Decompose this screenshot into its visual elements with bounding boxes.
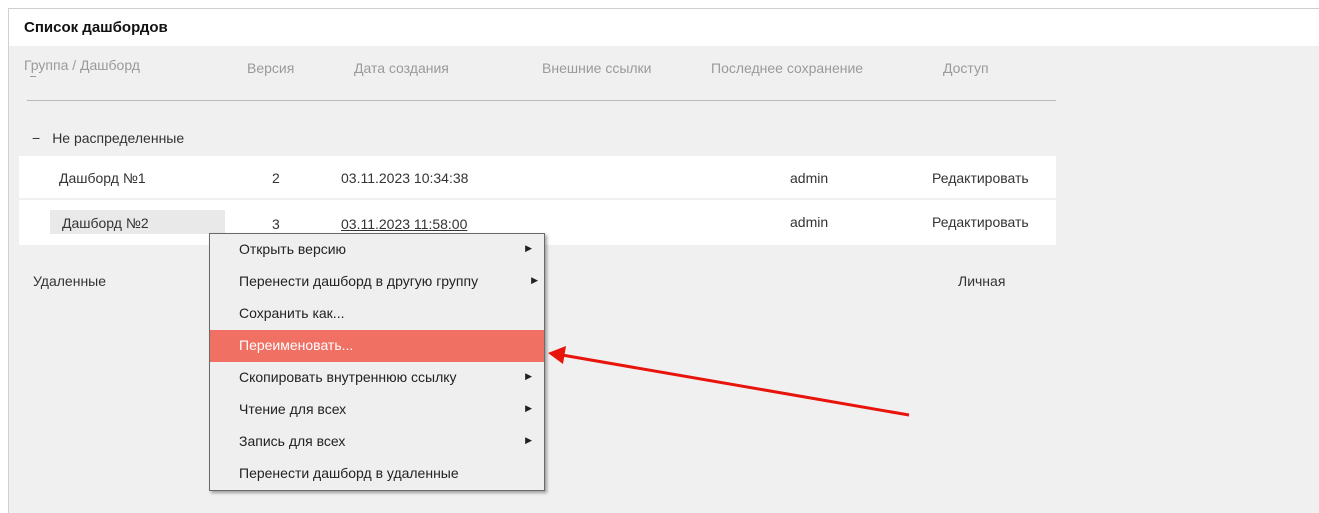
group-row-deleted[interactable]: Удаленные (33, 273, 106, 289)
menu-item-label: Сохранить как... (239, 305, 345, 321)
column-header-created[interactable]: Дата создания (354, 60, 449, 76)
dashboard-last-saved: admin (790, 170, 829, 186)
group-name: Не распределенные (52, 130, 185, 146)
context-menu: Открыть версию ▶ Перенести дашборд в дру… (209, 233, 545, 491)
column-header-last-saved[interactable]: Последнее сохранение (711, 60, 863, 76)
menu-item-label: Перенести дашборд в удаленные (239, 465, 459, 481)
submenu-arrow-icon: ▶ (525, 435, 532, 445)
column-header-version[interactable]: Версия (247, 60, 294, 76)
submenu-arrow-icon: ▶ (525, 371, 532, 381)
collapse-icon[interactable]: − (32, 130, 40, 146)
menu-item-label: Переименовать... (239, 337, 354, 353)
menu-item-label: Скопировать внутреннюю ссылку (239, 369, 457, 385)
menu-item-open-version[interactable]: Открыть версию ▶ (210, 234, 544, 266)
dashboard-access[interactable]: Редактировать (932, 170, 1029, 186)
menu-item-copy-internal-link[interactable]: Скопировать внутреннюю ссылку ▶ (210, 362, 544, 394)
menu-item-save-as[interactable]: Сохранить как... (210, 298, 544, 330)
menu-item-move-to-deleted[interactable]: Перенести дашборд в удаленные (210, 458, 544, 490)
table-row[interactable]: Дашборд №1 2 03.11.2023 10:34:38 admin Р… (19, 156, 1056, 198)
dashboard-name[interactable]: Дашборд №2 (62, 215, 149, 231)
column-header-group[interactable]: Группа / Дашборд (24, 57, 140, 73)
menu-item-label: Запись для всех (239, 433, 346, 449)
submenu-arrow-icon: ▶ (531, 275, 538, 285)
sort-indicator (30, 76, 36, 77)
column-header-access[interactable]: Доступ (943, 60, 989, 76)
group-row-unassigned[interactable]: − Не распределенные (32, 130, 184, 146)
dashboard-name[interactable]: Дашборд №1 (59, 170, 146, 186)
dashboard-created: 03.11.2023 10:34:38 (341, 170, 469, 186)
column-header-external-links[interactable]: Внешние ссылки (542, 60, 652, 76)
dashboard-version: 2 (272, 170, 280, 186)
deleted-group-access: Личная (958, 273, 1006, 289)
dashboard-access[interactable]: Редактировать (932, 214, 1029, 230)
menu-item-rename[interactable]: Переименовать... (210, 330, 544, 362)
menu-item-label: Перенести дашборд в другую группу (239, 273, 479, 289)
submenu-arrow-icon: ▶ (525, 403, 532, 413)
dashboard-version: 3 (272, 216, 280, 232)
menu-item-label: Чтение для всех (239, 401, 347, 417)
menu-item-label: Открыть версию (239, 241, 347, 257)
dashboard-created: 03.11.2023 11:58:00 (341, 216, 468, 232)
dashboard-last-saved: admin (790, 214, 829, 230)
header-divider (27, 100, 1056, 101)
panel-title: Список дашбордов (9, 9, 1319, 46)
submenu-arrow-icon: ▶ (525, 243, 532, 253)
menu-item-write-for-all[interactable]: Запись для всех ▶ (210, 426, 544, 458)
menu-item-read-for-all[interactable]: Чтение для всех ▶ (210, 394, 544, 426)
menu-item-move-to-group[interactable]: Перенести дашборд в другую группу ▶ (210, 266, 544, 298)
dashboard-list-panel: Список дашбордов (8, 8, 1319, 513)
